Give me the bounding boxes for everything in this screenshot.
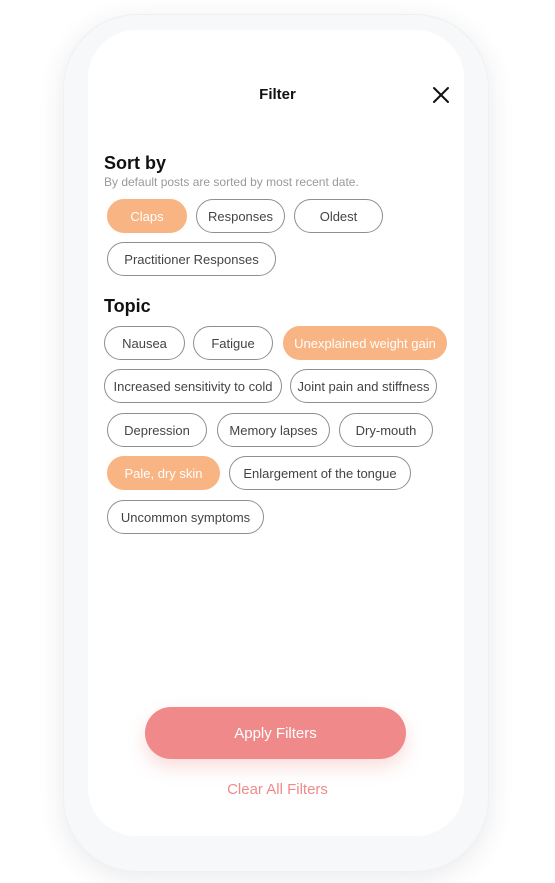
- topic-chip-increased-sensitivity-to-cold[interactable]: Increased sensitivity to cold: [104, 369, 282, 403]
- topic-chip-enlargement-of-the-tongue[interactable]: Enlargement of the tongue: [229, 456, 411, 490]
- clear-all-filters-link[interactable]: Clear All Filters: [0, 781, 555, 798]
- topic-chip-unexplained-weight-gain[interactable]: Unexplained weight gain: [283, 326, 447, 360]
- topic-chip-fatigue[interactable]: Fatigue: [193, 326, 273, 360]
- sort-chip-responses[interactable]: Responses: [196, 199, 285, 233]
- topic-chip-joint-pain-and-stiffness[interactable]: Joint pain and stiffness: [290, 369, 437, 403]
- topic-chip-pale-dry-skin[interactable]: Pale, dry skin: [107, 456, 220, 490]
- topic-chip-dry-mouth[interactable]: Dry-mouth: [339, 413, 433, 447]
- close-icon: [433, 87, 449, 103]
- topic-chip-depression[interactable]: Depression: [107, 413, 207, 447]
- topic-chip-memory-lapses[interactable]: Memory lapses: [217, 413, 330, 447]
- close-button[interactable]: [429, 83, 453, 107]
- sort-section-title: Sort by: [104, 153, 167, 173]
- topic-section-title: Topic: [104, 296, 151, 316]
- sort-chip-claps[interactable]: Claps: [107, 199, 187, 233]
- apply-filters-button[interactable]: Apply Filters: [145, 707, 406, 759]
- topic-chip-uncommon-symptoms[interactable]: Uncommon symptoms: [107, 500, 264, 534]
- topic-chip-nausea[interactable]: Nausea: [104, 326, 185, 360]
- sort-section-subtitle: By default posts are sorted by most rece…: [104, 175, 359, 189]
- sort-chip-oldest[interactable]: Oldest: [294, 199, 383, 233]
- page-title: Filter: [259, 86, 296, 103]
- sort-chip-practitioner-responses[interactable]: Practitioner Responses: [107, 242, 276, 276]
